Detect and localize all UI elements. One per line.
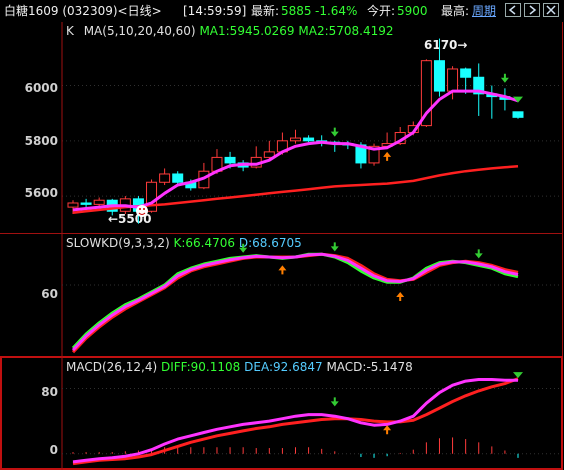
chart-canvas[interactable] — [0, 0, 564, 470]
macd-last-marker — [513, 372, 523, 379]
candle-body — [80, 202, 92, 205]
kd-buy-signal-icon — [396, 292, 405, 301]
kd-d-line — [71, 252, 519, 354]
candle-body — [512, 111, 524, 118]
kd-sell-signal-icon — [330, 242, 339, 252]
smiley-icon — [136, 205, 148, 217]
candle-body — [146, 181, 158, 212]
sell-signal-icon — [330, 127, 339, 137]
ma1-line — [72, 89, 519, 212]
kd-sell-signal-icon — [239, 243, 248, 253]
candle-body — [460, 68, 472, 78]
candle-body — [447, 68, 459, 92]
candle-body — [67, 202, 79, 208]
macd-sell-signal-icon — [330, 397, 339, 407]
smiley-eye — [139, 208, 141, 210]
macd-buy-signal-icon — [383, 425, 392, 435]
kd-sell-signal-icon — [474, 249, 483, 259]
candle-body — [303, 137, 315, 142]
candle-body — [159, 173, 171, 183]
candle-body — [290, 137, 301, 142]
kd-buy-signal-icon — [278, 265, 287, 275]
candle-body — [93, 199, 105, 205]
buy-signal-icon — [383, 151, 392, 161]
candle-body — [224, 156, 236, 164]
smiley-eye — [143, 208, 145, 210]
candle-body — [433, 60, 445, 92]
candle-body — [172, 173, 184, 183]
sell-signal-icon — [500, 73, 509, 83]
